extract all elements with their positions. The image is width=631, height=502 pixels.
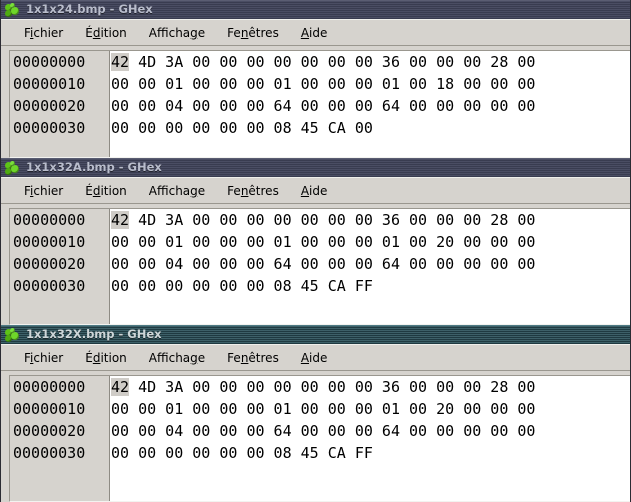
hex-row[interactable]: 00000020 00 00 04 00 00 00 64 00 00 00 64… <box>10 95 630 117</box>
titlebar[interactable]: 1x1x32X.bmp - GHex <box>1 325 630 344</box>
menu-aide[interactable]: Aide <box>290 349 339 367</box>
hex-bytes[interactable]: 42 4D 3A 00 00 00 00 00 00 00 36 00 00 0… <box>110 209 535 231</box>
hex-bytes[interactable]: 00 00 04 00 00 00 64 00 00 00 64 00 00 0… <box>110 95 535 117</box>
menu-fenetres[interactable]: Fenêtres <box>216 24 290 42</box>
hex-rows: 00000000 42 4D 3A 00 00 00 00 00 00 00 36… <box>10 209 630 297</box>
hex-rows: 00000000 42 4D 3A 00 00 00 00 00 00 00 36… <box>10 51 630 139</box>
menu-affichage[interactable]: Affichage <box>138 349 216 367</box>
hex-row[interactable]: 00000030 00 00 00 00 00 00 08 45 CA FF <box>10 442 630 464</box>
window-title: 1x1x24.bmp - GHex <box>26 2 153 16</box>
hex-row[interactable]: 00000000 42 4D 3A 00 00 00 00 00 00 00 36… <box>10 209 630 231</box>
menu-fichier[interactable]: Fichier <box>13 24 74 42</box>
hex-bytes[interactable]: 00 00 01 00 00 00 01 00 00 00 01 00 20 0… <box>110 398 535 420</box>
hex-view[interactable]: 00000000 42 4D 3A 00 00 00 00 00 00 00 36… <box>9 50 630 158</box>
hex-offset: 00000010 <box>13 400 86 418</box>
hex-cursor: 42 <box>111 53 130 71</box>
hex-area: 00000000 42 4D 3A 00 00 00 00 00 00 00 36… <box>1 46 630 158</box>
hex-cursor: 42 <box>111 378 130 396</box>
menubar: Fichier Édition Affichage Fenêtres Aide <box>1 177 630 204</box>
hex-row[interactable]: 00000000 42 4D 3A 00 00 00 00 00 00 00 36… <box>10 51 630 73</box>
hex-view[interactable]: 00000000 42 4D 3A 00 00 00 00 00 00 00 36… <box>9 375 630 502</box>
ghex-molecule-icon <box>5 327 21 343</box>
hex-bytes[interactable]: 00 00 00 00 00 00 08 45 CA FF <box>110 442 373 464</box>
menu-edition[interactable]: Édition <box>74 24 138 42</box>
hex-row[interactable]: 00000000 42 4D 3A 00 00 00 00 00 00 00 36… <box>10 376 630 398</box>
menu-fichier[interactable]: Fichier <box>13 182 74 200</box>
hex-row[interactable]: 00000010 00 00 01 00 00 00 01 00 00 00 01… <box>10 231 630 253</box>
hex-area: 00000000 42 4D 3A 00 00 00 00 00 00 00 36… <box>1 204 630 325</box>
hex-row[interactable]: 00000030 00 00 00 00 00 00 08 45 CA 00 <box>10 117 630 139</box>
hex-offset: 00000020 <box>13 97 86 115</box>
hex-bytes[interactable]: 00 00 04 00 00 00 64 00 00 00 64 00 00 0… <box>110 420 535 442</box>
menubar: Fichier Édition Affichage Fenêtres Aide <box>1 19 630 46</box>
menu-fenetres[interactable]: Fenêtres <box>216 182 290 200</box>
hex-bytes[interactable]: 00 00 04 00 00 00 64 00 00 00 64 00 00 0… <box>110 253 535 275</box>
menu-fichier[interactable]: Fichier <box>13 349 74 367</box>
hex-view[interactable]: 00000000 42 4D 3A 00 00 00 00 00 00 00 36… <box>9 208 630 325</box>
hex-area: 00000000 42 4D 3A 00 00 00 00 00 00 00 36… <box>1 371 630 502</box>
ghex-molecule-icon <box>5 2 21 18</box>
desktop: 1x1x24.bmp - GHex Fichier Édition Affichage… <box>0 0 631 502</box>
hex-offset: 00000000 <box>13 378 86 396</box>
hex-bytes[interactable]: 00 00 01 00 00 00 01 00 00 00 01 00 18 0… <box>110 73 535 95</box>
menu-edition[interactable]: Édition <box>74 349 138 367</box>
hex-row[interactable]: 00000010 00 00 01 00 00 00 01 00 00 00 01… <box>10 73 630 95</box>
hex-offset: 00000030 <box>13 119 86 137</box>
hex-bytes[interactable]: 00 00 00 00 00 00 08 45 CA FF <box>110 275 373 297</box>
window-title: 1x1x32X.bmp - GHex <box>26 327 162 341</box>
hex-bytes[interactable]: 42 4D 3A 00 00 00 00 00 00 00 36 00 00 0… <box>110 376 535 398</box>
hex-cursor: 42 <box>111 211 130 229</box>
hex-row[interactable]: 00000030 00 00 00 00 00 00 08 45 CA FF <box>10 275 630 297</box>
hex-bytes[interactable]: 42 4D 3A 00 00 00 00 00 00 00 36 00 00 0… <box>110 51 535 73</box>
hex-offset: 00000010 <box>13 75 86 93</box>
titlebar[interactable]: 1x1x24.bmp - GHex <box>1 0 630 19</box>
hex-offset: 00000020 <box>13 255 86 273</box>
menu-affichage[interactable]: Affichage <box>138 182 216 200</box>
hex-offset: 00000000 <box>13 53 86 71</box>
hex-bytes[interactable]: 00 00 00 00 00 00 08 45 CA 00 <box>110 117 373 139</box>
menu-fenetres[interactable]: Fenêtres <box>216 349 290 367</box>
menu-edition[interactable]: Édition <box>74 182 138 200</box>
hex-offset: 00000020 <box>13 422 86 440</box>
hex-row[interactable]: 00000010 00 00 01 00 00 00 01 00 00 00 01… <box>10 398 630 420</box>
hex-offset: 00000030 <box>13 277 86 295</box>
hex-row[interactable]: 00000020 00 00 04 00 00 00 64 00 00 00 64… <box>10 420 630 442</box>
ghex-molecule-icon <box>5 160 21 176</box>
ghex-window-3[interactable]: 1x1x32X.bmp - GHex Fichier Édition Affichag… <box>0 325 631 502</box>
menu-aide[interactable]: Aide <box>290 182 339 200</box>
hex-offset: 00000010 <box>13 233 86 251</box>
hex-row[interactable]: 00000020 00 00 04 00 00 00 64 00 00 00 64… <box>10 253 630 275</box>
hex-bytes[interactable]: 00 00 01 00 00 00 01 00 00 00 01 00 20 0… <box>110 231 535 253</box>
ghex-window-1[interactable]: 1x1x24.bmp - GHex Fichier Édition Affichage… <box>0 0 631 158</box>
ghex-window-2[interactable]: 1x1x32A.bmp - GHex Fichier Édition Affichag… <box>0 158 631 325</box>
menubar: Fichier Édition Affichage Fenêtres Aide <box>1 344 630 371</box>
hex-offset: 00000000 <box>13 211 86 229</box>
hex-offset: 00000030 <box>13 444 86 462</box>
window-title: 1x1x32A.bmp - GHex <box>26 160 162 174</box>
titlebar[interactable]: 1x1x32A.bmp - GHex <box>1 158 630 177</box>
menu-affichage[interactable]: Affichage <box>138 24 216 42</box>
hex-rows: 00000000 42 4D 3A 00 00 00 00 00 00 00 36… <box>10 376 630 464</box>
menu-aide[interactable]: Aide <box>290 24 339 42</box>
